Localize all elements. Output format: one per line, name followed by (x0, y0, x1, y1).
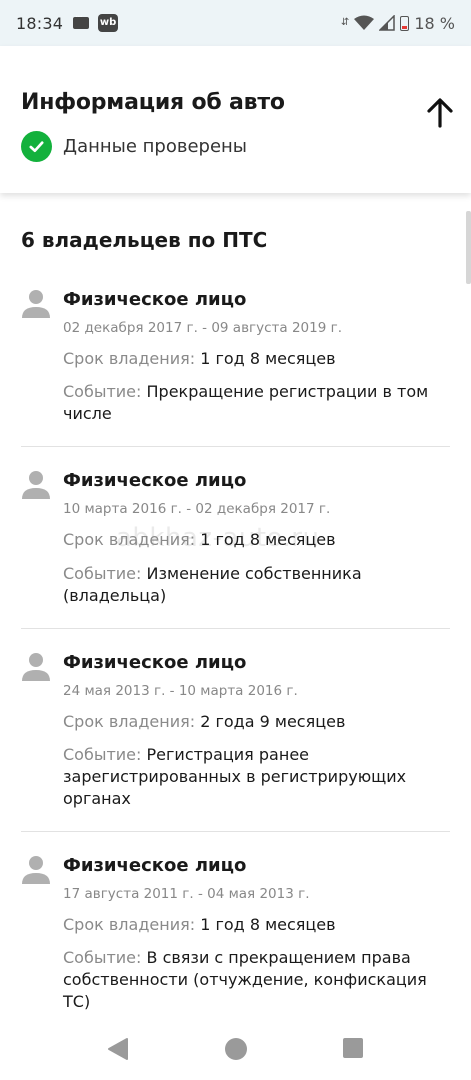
ownership-duration: Срок владения: 1 год 8 месяцев (63, 915, 336, 934)
ownership-duration: Срок владения: 1 год 8 месяцев (63, 349, 336, 368)
owner-event: Событие: Изменение собственника (владель… (63, 564, 362, 605)
owner-dates: 17 августа 2011 г. - 04 мая 2013 г. (63, 886, 310, 902)
message-icon (73, 12, 90, 29)
scrollbar[interactable] (466, 211, 471, 284)
owner-type: Физическое лицо (63, 855, 247, 876)
owner-event: Событие: Регистрация ранее зарегистриров… (63, 745, 407, 808)
owner-type: Физическое лицо (63, 470, 247, 491)
divider (21, 628, 450, 629)
owner-event: Событие: В связи с прекращением права со… (63, 948, 427, 1011)
owner-dates: 10 марта 2016 г. - 02 декабря 2017 г. (63, 501, 331, 517)
person-icon (22, 471, 50, 499)
arrow-up-icon[interactable] (423, 96, 457, 130)
wildberries-icon: wb (98, 14, 119, 32)
battery-percent: 18 % (414, 13, 455, 33)
owner-dates: 24 мая 2013 г. - 10 марта 2016 г. (63, 683, 298, 699)
battery-icon (400, 15, 410, 31)
status-icons: ⇵ 18 % (341, 14, 455, 33)
ownership-duration: Срок владения: 2 года 9 месяцев (63, 712, 346, 731)
signal-icon (379, 15, 396, 31)
data-icon: ⇵ (340, 17, 350, 28)
person-icon (22, 653, 50, 681)
verified-label: Данные проверены (63, 136, 248, 157)
status-bar: 18:34 wb ⇵ 18 % (0, 0, 471, 46)
person-icon (22, 856, 50, 884)
page-title: Информация об авто (21, 90, 285, 115)
owner-event: Событие: Прекращение регистрации в том ч… (63, 382, 429, 423)
car-info-header: Информация об авто Данные проверены (0, 46, 471, 193)
owner-dates: 02 декабря 2017 г. - 09 августа 2019 г. (63, 320, 342, 336)
home-icon[interactable] (225, 1038, 247, 1060)
check-circle-icon (21, 131, 52, 162)
verified-status: Данные проверены (21, 131, 247, 162)
back-icon[interactable] (107, 1037, 129, 1061)
person-icon (22, 290, 50, 318)
status-time: 18:34 (16, 13, 64, 33)
owner-type: Физическое лицо (63, 652, 247, 673)
owners-heading: 6 владельцев по ПТС (21, 228, 268, 252)
divider (21, 446, 450, 447)
ownership-duration: Срок владения: 1 год 8 месяцев (63, 530, 336, 549)
wifi-icon (354, 15, 375, 30)
divider (21, 831, 450, 832)
recent-apps-icon[interactable] (343, 1038, 363, 1058)
owner-type: Физическое лицо (63, 289, 247, 310)
system-nav-bar (0, 1020, 471, 1080)
